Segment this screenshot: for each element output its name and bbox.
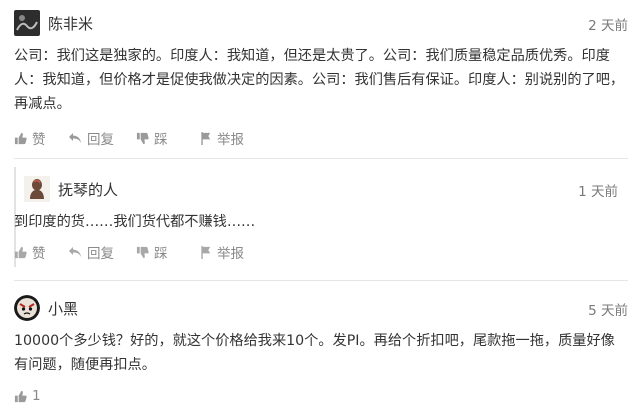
comment-text: 到印度的货……我们货代都不赚钱…… bbox=[14, 214, 256, 230]
like-button[interactable]: 赞 bbox=[14, 242, 46, 262]
avatar[interactable] bbox=[14, 10, 40, 36]
thumbs-down-icon bbox=[136, 132, 149, 144]
report-label: 举报 bbox=[217, 132, 244, 148]
like-button[interactable]: 赞 bbox=[14, 128, 46, 148]
reply-label: 回复 bbox=[87, 246, 114, 262]
username[interactable]: 抚琴的人 bbox=[58, 179, 118, 200]
comment-text: 公司：我们这是独家的。印度人：我知道，但还是太贵了。公司：我们质量稳定品质优秀。… bbox=[14, 48, 625, 112]
dislike-label: 踩 bbox=[154, 132, 168, 148]
dislike-label: 踩 bbox=[154, 246, 168, 262]
username[interactable]: 小黑 bbox=[48, 298, 78, 319]
thumbs-up-icon bbox=[14, 246, 27, 258]
like-button[interactable]: 1 bbox=[14, 386, 41, 406]
timestamp: 2 天前 bbox=[588, 18, 628, 34]
reply-button[interactable]: 回复 bbox=[68, 242, 114, 262]
dislike-button[interactable]: 踩 bbox=[136, 242, 168, 262]
divider bbox=[14, 280, 628, 281]
reply-button[interactable]: 回复 bbox=[68, 128, 114, 148]
report-button[interactable]: 举报 bbox=[200, 242, 244, 262]
flag-icon bbox=[201, 131, 211, 145]
thumbs-down-icon bbox=[136, 246, 149, 258]
like-count: 1 bbox=[32, 388, 41, 404]
flag-icon bbox=[201, 245, 211, 259]
comment-header: 陈非米 2 天前 bbox=[14, 10, 628, 38]
comment-text: 10000个多少钱？好的，就这个价格给我来10个。发PI。再给个折扣吧，尾款拖一… bbox=[14, 333, 615, 373]
comment-actions: 1 bbox=[14, 386, 414, 406]
dislike-button[interactable]: 踩 bbox=[136, 128, 168, 148]
avatar[interactable] bbox=[24, 176, 50, 202]
reply-arrow-icon bbox=[69, 247, 81, 257]
like-label: 赞 bbox=[32, 132, 46, 148]
reply-label: 回复 bbox=[87, 132, 114, 148]
username[interactable]: 陈非米 bbox=[48, 13, 93, 34]
comment-header: 小黑 5 天前 bbox=[14, 295, 628, 323]
reply-arrow-icon bbox=[69, 133, 81, 143]
report-label: 举报 bbox=[217, 246, 244, 262]
thumbs-up-icon bbox=[14, 390, 27, 402]
timestamp: 1 天前 bbox=[578, 184, 618, 200]
divider bbox=[14, 158, 628, 159]
avatar[interactable] bbox=[14, 295, 40, 321]
timestamp: 5 天前 bbox=[588, 303, 628, 319]
thumbs-up-icon bbox=[14, 132, 27, 144]
report-button[interactable]: 举报 bbox=[200, 128, 244, 148]
comment-header: 抚琴的人 1 天前 bbox=[24, 176, 618, 204]
like-label: 赞 bbox=[32, 246, 46, 262]
comment-actions: 赞 回复 踩 举报 bbox=[14, 128, 414, 148]
comment-actions: 赞 回复 踩 举报 bbox=[14, 242, 414, 262]
